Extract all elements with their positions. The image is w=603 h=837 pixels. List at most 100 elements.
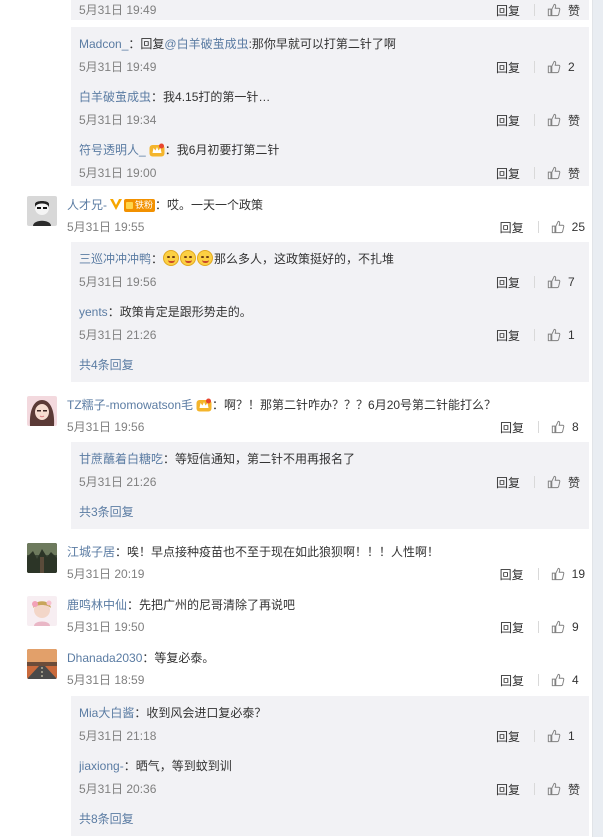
more-replies-link[interactable]: 共3条回复 <box>79 503 134 521</box>
avatar-luming-icon <box>27 596 57 626</box>
username-link[interactable]: Dhanada2030 <box>67 651 142 665</box>
like-count: 赞 <box>568 166 581 181</box>
comment-text: ：等复必泰。 <box>142 651 215 665</box>
username-link[interactable]: 符号透明人_ <box>79 143 146 157</box>
like-button[interactable]: 8 <box>551 420 585 434</box>
like-button[interactable]: 9 <box>551 620 585 634</box>
timestamp: 5月31日 19:00 <box>79 166 157 180</box>
mention-link[interactable]: @白羊破茧成虫 <box>164 37 248 51</box>
thumbs-up-icon <box>547 729 561 743</box>
avatar-rencaixiong-icon <box>27 196 57 226</box>
reply-item: jiaxiong-：晒气，等到蚊到训 5月31日 20:36 回复 赞 <box>71 749 589 802</box>
reply-button[interactable]: 回复 <box>500 419 524 436</box>
avatar[interactable] <box>27 396 57 426</box>
username-link[interactable]: Madcon_ <box>79 37 128 51</box>
comment-text: ：唉！早点接种疫苗也不至于现在如此狼狈啊！！！人性啊！ <box>115 545 440 559</box>
like-button[interactable]: 赞 <box>547 165 581 182</box>
like-button[interactable]: 25 <box>551 220 585 234</box>
verified-v-icon <box>110 199 122 210</box>
reply-button[interactable]: 回复 <box>496 274 520 291</box>
smile-emoji-icon <box>197 250 214 266</box>
like-button[interactable]: 19 <box>551 567 585 581</box>
timestamp: 5月31日 19:56 <box>79 275 157 289</box>
username-link[interactable]: TZ糯子-momowatson毛 <box>67 398 193 412</box>
timestamp: 5月31日 19:49 <box>79 60 157 74</box>
reply-button[interactable]: 回复 <box>500 672 524 689</box>
like-count: 8 <box>572 420 579 434</box>
like-count: 赞 <box>568 782 581 797</box>
reply-item: Madcon_：回复@白羊破茧成虫:那你早就可以打第二针了啊 5月31日 19:… <box>71 27 589 80</box>
like-count: 4 <box>572 673 579 687</box>
reply-button[interactable]: 回复 <box>500 566 524 583</box>
divider <box>534 783 535 795</box>
divider <box>534 4 535 16</box>
divider <box>534 329 535 341</box>
like-button[interactable]: 赞 <box>547 2 581 19</box>
thumbs-up-icon <box>551 620 565 634</box>
like-button[interactable]: 1 <box>547 729 581 743</box>
like-button[interactable]: 赞 <box>547 112 581 129</box>
timestamp: 5月31日 21:18 <box>79 729 157 743</box>
avatar[interactable] <box>27 649 57 679</box>
timestamp: 5月31日 19:56 <box>67 420 145 434</box>
avatar[interactable] <box>27 543 57 573</box>
reply-button[interactable]: 回复 <box>496 728 520 745</box>
reply-button[interactable]: 回复 <box>496 112 520 129</box>
username-link[interactable]: Mia大白酱 <box>79 706 134 720</box>
like-button[interactable]: 赞 <box>547 781 581 798</box>
comment-text: ：哎。一天一个政策 <box>155 198 264 212</box>
avatar[interactable] <box>27 596 57 626</box>
username-link[interactable]: yents <box>79 305 108 319</box>
like-count: 赞 <box>568 3 581 18</box>
reply-button[interactable]: 回复 <box>496 474 520 491</box>
reply-item: 符号透明人_ ：我6月初要打第二针 5月31日 19:00 回复 赞 <box>71 133 589 186</box>
like-button[interactable]: 7 <box>547 275 581 289</box>
reply-text: ：政策肯定是跟形势走的。 <box>107 305 252 319</box>
timestamp: 5月31日 18:59 <box>67 673 145 687</box>
thumbs-up-icon <box>547 275 561 289</box>
divider <box>534 114 535 126</box>
username-link[interactable]: 鹿鸣林中仙 <box>67 598 127 612</box>
reply-button[interactable]: 回复 <box>496 165 520 182</box>
like-button[interactable]: 2 <box>547 60 581 74</box>
crown-badge-icon <box>149 143 165 157</box>
reply-button[interactable]: 回复 <box>496 781 520 798</box>
divider <box>537 221 539 233</box>
timestamp: 5月31日 20:36 <box>79 782 157 796</box>
timestamp: 5月31日 21:26 <box>79 475 157 489</box>
reply-text: 那么多人，这政策挺好的，不扎堆 <box>214 252 395 266</box>
reply-item: 三巡冲冲冲鸭： 那么多人，这政策挺好的，不扎堆 5月31日 19:56 回复 7 <box>71 242 589 295</box>
comment-text: ：啊？！那第二针咋办？？？6月20号第二针能打么？ <box>212 398 497 412</box>
username-link[interactable]: 人才兄- <box>67 198 107 212</box>
reply-button[interactable]: 回复 <box>500 219 524 236</box>
avatar[interactable] <box>27 196 57 226</box>
divider <box>534 730 535 742</box>
more-replies: 共3条回复 <box>71 495 589 529</box>
username-link[interactable]: 江城子居 <box>67 545 115 559</box>
like-button[interactable]: 4 <box>551 673 585 687</box>
like-button[interactable]: 1 <box>547 328 581 342</box>
thumbs-up-icon <box>551 420 565 434</box>
thumbs-up-icon <box>551 220 564 234</box>
reply-button[interactable]: 回复 <box>496 2 520 19</box>
reply-prefix-text: 回复 <box>140 37 165 51</box>
divider <box>538 674 539 686</box>
reply-item: 甘蔗蘸着白糖吃：等短信通知，第二针不用再报名了 5月31日 21:26 回复 赞 <box>71 442 589 495</box>
username-link[interactable]: 甘蔗蘸着白糖吃 <box>79 452 163 466</box>
reply-text: ：收到风会进口复必泰？ <box>134 706 267 720</box>
thumbs-up-icon <box>551 673 565 687</box>
username-link[interactable]: jiaxiong- <box>79 759 124 773</box>
reply-button[interactable]: 回复 <box>496 59 520 76</box>
thumbs-up-icon <box>547 782 561 796</box>
reply-button[interactable]: 回复 <box>500 619 524 636</box>
timestamp: 5月31日 19:50 <box>67 620 145 634</box>
more-replies-link[interactable]: 共4条回复 <box>79 356 134 374</box>
thumbs-up-icon <box>547 166 561 180</box>
crown-badge-icon <box>196 398 212 412</box>
username-link[interactable]: 三巡冲冲冲鸭 <box>79 252 151 266</box>
reply-button[interactable]: 回复 <box>496 327 520 344</box>
like-count: 9 <box>572 620 579 634</box>
username-link[interactable]: 白羊破茧成虫 <box>79 90 151 104</box>
more-replies-link[interactable]: 共8条回复 <box>79 810 134 828</box>
like-button[interactable]: 赞 <box>547 474 581 491</box>
